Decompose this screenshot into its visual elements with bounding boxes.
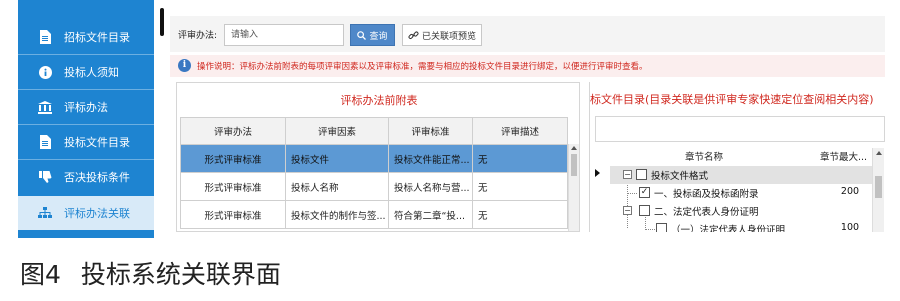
thumbs-down-icon xyxy=(38,170,52,184)
info-icon xyxy=(38,65,52,79)
sidebar-item-label: 招标文件目录 xyxy=(64,31,130,44)
table-cell: 投标人名称 xyxy=(285,172,389,201)
tree-node-value: 100 xyxy=(840,222,860,232)
sidebar-item-label: 否决投标条件 xyxy=(64,171,130,184)
table-cell: 投标人名称与营... xyxy=(388,172,473,201)
bid-catalog-panel: 标文件目录(目录关联是供评审专家快速定位查阅相关内容) 章节名称 章节最大...… xyxy=(589,82,885,232)
link-icon xyxy=(408,31,419,39)
sitemap-icon xyxy=(38,206,52,220)
tree-checkbox[interactable] xyxy=(636,169,647,180)
collapse-icon[interactable]: − xyxy=(623,170,632,179)
column-header[interactable]: 章节名称 xyxy=(685,149,723,163)
figure-caption: 图4 投标系统关联界面 xyxy=(20,255,281,291)
scrollbar[interactable] xyxy=(160,8,164,36)
tree-toolbar xyxy=(595,116,885,142)
sidebar-item-bidder-notice[interactable]: 投标人须知 xyxy=(18,55,154,89)
linked-preview-button[interactable]: 已关联项预览 xyxy=(402,24,482,46)
scroll-up-icon[interactable] xyxy=(571,146,577,150)
table-cell: 符合第二章“投... xyxy=(388,200,473,229)
table-cell: 投标文件的制作与签... xyxy=(285,200,389,229)
institution-icon xyxy=(38,100,52,114)
column-header[interactable]: 评审因素 xyxy=(285,117,389,145)
column-header[interactable]: 评审标准 xyxy=(388,117,473,145)
table-row[interactable]: 形式评审标准 投标文件 投标文件能正常... 无 xyxy=(180,144,568,173)
search-input[interactable]: 请输入 xyxy=(224,24,344,46)
table-header-row: 评审办法 评审因素 评审标准 评审描述 xyxy=(180,117,568,145)
collapse-icon[interactable]: − xyxy=(623,206,632,215)
sidebar-item-label: 投标人须知 xyxy=(64,66,119,79)
tree-node-label: 一、投标函及投标函附录 xyxy=(654,189,759,200)
preview-button-label: 已关联项预览 xyxy=(421,31,476,42)
table-row[interactable]: 形式评审标准 投标人名称 投标人名称与营... 无 xyxy=(180,172,568,201)
sidebar-item-evaluation-method[interactable]: 评标办法 xyxy=(18,90,154,124)
tree-header: 章节名称 章节最大... xyxy=(595,148,871,164)
sidebar-item-evaluation-link[interactable]: 评标办法关联 xyxy=(18,196,154,230)
evaluation-table-panel: 评标办法前附表 评审办法 评审因素 评审标准 评审描述 形式评审标准 投标文件 … xyxy=(176,82,580,232)
table-cell: 形式评审标准 xyxy=(180,144,286,173)
panel-title: 评标办法前附表 xyxy=(340,94,418,107)
table-row[interactable]: 形式评审标准 投标文件的制作与签... 符合第二章“投... 无 xyxy=(180,200,568,229)
column-header[interactable]: 章节最大... xyxy=(820,149,867,163)
tree-checkbox-checked[interactable]: ✓ xyxy=(639,187,650,198)
table-cell: 无 xyxy=(472,172,568,201)
notice-text: 操作说明：评标办法前附表的每项评审因素以及评审标准，需要与相应的投标文件目录进行… xyxy=(197,62,648,72)
table-cell: 投标文件 xyxy=(285,144,389,173)
table-cell: 形式评审标准 xyxy=(180,200,286,229)
scroll-thumb[interactable] xyxy=(875,176,882,198)
sidebar-item-rejection-conditions[interactable]: 否决投标条件 xyxy=(18,160,154,194)
tree-node-label: 投标文件格式 xyxy=(651,171,709,182)
sidebar-item-tender-doc-catalog[interactable]: 招标文件目录 xyxy=(18,20,154,54)
tree-checkbox[interactable] xyxy=(639,205,650,216)
query-button[interactable]: 查询 xyxy=(350,24,395,46)
tree-node[interactable]: ✓ 一、投标函及投标函附录 200 xyxy=(610,184,872,202)
tree-node[interactable]: − 投标文件格式 xyxy=(610,166,872,184)
tree-node-label: （一）法定代表人身份证明 xyxy=(671,225,786,232)
sidebar-item-label: 投标文件目录 xyxy=(64,136,130,149)
scroll-up-icon[interactable] xyxy=(876,151,882,155)
tree-node[interactable]: （一）法定代表人身份证明 100 xyxy=(610,220,872,232)
table-scrollbar[interactable] xyxy=(568,144,579,231)
tree-node-label: 二、法定代表人身份证明 xyxy=(654,207,759,218)
document-icon xyxy=(38,135,52,149)
sidebar-item-label: 评标办法 xyxy=(64,101,108,114)
tree-scrollbar[interactable] xyxy=(872,148,884,232)
current-row-icon xyxy=(595,169,600,177)
tree-checkbox[interactable] xyxy=(656,223,667,232)
tree-node-value: 200 xyxy=(840,186,860,197)
column-header[interactable]: 评审描述 xyxy=(472,117,568,145)
info-icon: i xyxy=(178,59,191,72)
operation-notice: i 操作说明：评标办法前附表的每项评审因素以及评审标准，需要与相应的投标文件目录… xyxy=(170,55,885,77)
table-cell: 无 xyxy=(472,200,568,229)
table-cell: 投标文件能正常... xyxy=(388,144,473,173)
method-label: 评审办法: xyxy=(178,31,218,41)
query-button-label: 查询 xyxy=(369,31,388,42)
evaluation-table: 评审办法 评审因素 评审标准 评审描述 形式评审标准 投标文件 投标文件能正常.… xyxy=(180,117,568,229)
scroll-thumb[interactable] xyxy=(571,154,577,176)
document-icon xyxy=(38,30,52,44)
figure-number: 图4 xyxy=(20,260,61,289)
panel-title: 标文件目录(目录关联是供评审专家快速定位查阅相关内容) xyxy=(590,93,874,106)
column-header[interactable]: 评审办法 xyxy=(180,117,286,145)
search-icon xyxy=(357,30,367,40)
tree-node[interactable]: − 二、法定代表人身份证明 xyxy=(610,202,872,220)
sidebar-item-bid-doc-catalog[interactable]: 投标文件目录 xyxy=(18,125,154,159)
figure-title: 投标系统关联界面 xyxy=(80,260,281,289)
table-cell: 形式评审标准 xyxy=(180,172,286,201)
sidebar-item-label: 评标办法关联 xyxy=(64,207,130,220)
filter-toolbar: 评审办法: 请输入 查询 已关联项预览 xyxy=(170,16,885,52)
table-cell: 无 xyxy=(472,144,568,173)
sidebar: 招标文件目录 投标人须知 评标办法 投标文件目录 否决投标条件 评标办法关联 xyxy=(18,0,154,238)
